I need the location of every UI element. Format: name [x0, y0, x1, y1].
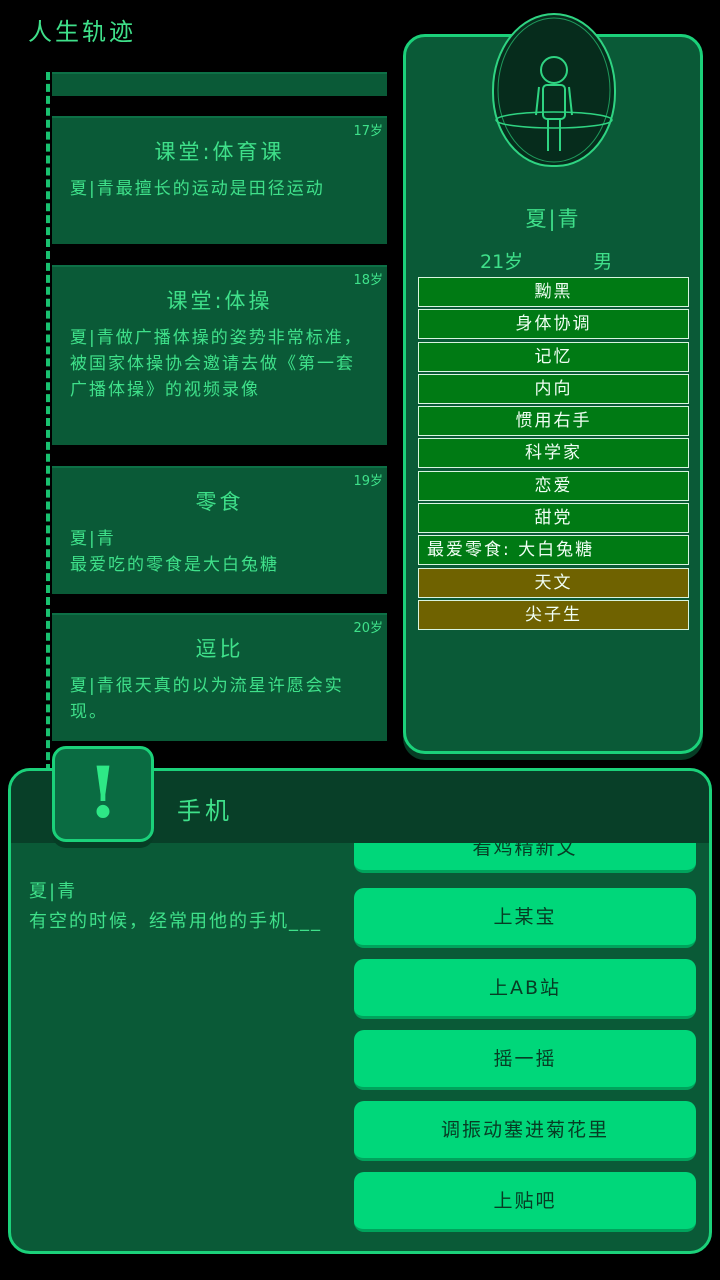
card-body: 夏|青最擅长的运动是田径运动: [70, 179, 325, 199]
stick-figure-icon: [495, 17, 613, 163]
trait-list: 黝黑 身体协调 记忆 内向 惯用右手 科学家 恋爱 甜党 最爱零食: 大白兔糖 …: [418, 277, 689, 632]
option-button[interactable]: 上AB站: [354, 959, 696, 1019]
trait-tag: 最爱零食: 大白兔糖: [418, 535, 689, 566]
card-age: 18岁: [353, 273, 383, 288]
dialog-title: 手机: [177, 797, 233, 825]
card-body: 夏|青做广播体操的姿势非常标准，被国家体操协会邀请去做《第一套广播体操》的视频录…: [70, 328, 363, 400]
option-button[interactable]: 看鸡精新文: [354, 843, 696, 873]
option-button[interactable]: 摇一摇: [354, 1030, 696, 1090]
card-age: 20岁: [353, 621, 383, 636]
page-title: 人生轨迹: [28, 18, 136, 46]
timeline-card: 17岁 课堂:体育课 夏|青最擅长的运动是田径运动: [52, 116, 387, 244]
timeline-card-partial: [52, 72, 387, 96]
trait-tag: 黝黑: [418, 277, 689, 307]
character-info: 21岁 男: [480, 247, 612, 274]
card-title: 零食: [195, 490, 244, 514]
trait-tag: 内向: [418, 373, 689, 404]
dialog-text: 夏|青 有空的时候，经常用他的手机___: [29, 881, 322, 932]
option-button[interactable]: 上贴吧: [354, 1172, 696, 1232]
character-name: 夏|青: [525, 207, 581, 231]
timeline-card: 18岁 课堂:体操 夏|青做广播体操的姿势非常标准，被国家体操协会邀请去做《第一…: [52, 265, 387, 445]
card-title: 逗比: [195, 637, 244, 661]
timeline-card: 19岁 零食 夏|青 最爱吃的零食是大白兔糖: [52, 466, 387, 594]
trait-tag: 尖子生: [418, 599, 689, 630]
avatar: [492, 13, 616, 167]
trait-tag: 科学家: [418, 438, 689, 469]
trait-tag: 甜党: [418, 503, 689, 534]
profile-panel: 夏|青 21岁 男 黝黑 身体协调 记忆 内向 惯用右手 科学家 恋爱 甜党 最…: [403, 13, 703, 754]
card-body: 夏|青 最爱吃的零食是大白兔糖: [70, 529, 279, 575]
option-button[interactable]: 上某宝: [354, 888, 696, 948]
card-title: 课堂:体操: [166, 289, 273, 313]
alert-icon-box: !: [52, 746, 154, 842]
character-gender: 男: [593, 251, 613, 273]
character-age: 21岁: [480, 251, 524, 273]
card-body: 夏|青很天真的以为流星许愿会实现。: [70, 676, 344, 722]
timeline-line: [46, 72, 50, 772]
trait-tag: 恋爱: [418, 470, 689, 501]
card-title: 课堂:体育课: [154, 140, 285, 164]
trait-tag: 天文: [418, 567, 689, 598]
trait-tag: 身体协调: [418, 309, 689, 340]
trait-tag: 惯用右手: [418, 406, 689, 437]
timeline-card: 20岁 逗比 夏|青很天真的以为流星许愿会实现。: [52, 613, 387, 741]
option-button[interactable]: 调振动塞进菊花里: [354, 1101, 696, 1161]
card-age: 17岁: [353, 124, 383, 139]
card-age: 19岁: [353, 474, 383, 489]
exclamation-icon: !: [87, 751, 119, 834]
trait-tag: 记忆: [418, 341, 689, 372]
option-list[interactable]: 看鸡精新文 上某宝 上AB站 摇一摇 调振动塞进菊花里 上贴吧: [351, 843, 701, 1251]
